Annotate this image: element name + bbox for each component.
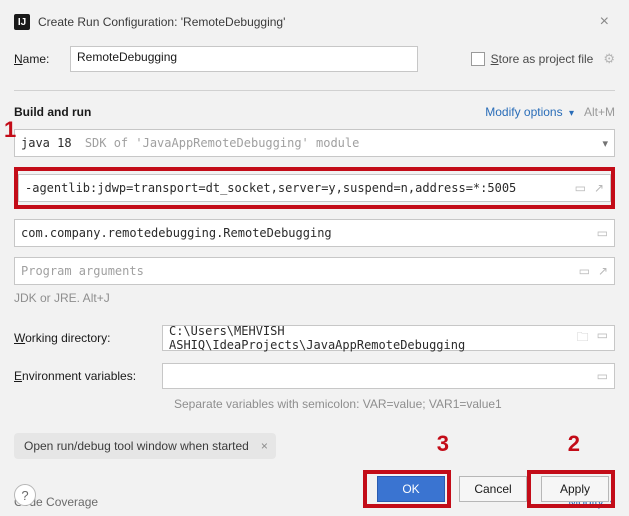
help-button[interactable]: ? [14,484,36,506]
gear-icon[interactable]: ⚙ [603,51,615,67]
env-vars-input[interactable]: ▭ [162,363,615,389]
env-vars-label: Environment variables: [14,369,162,383]
vm-options-value: -agentlib:jdwp=transport=dt_socket,serve… [25,181,575,195]
history-icon[interactable]: ▭ [597,226,608,240]
close-icon[interactable]: × [594,11,615,33]
modify-options-link[interactable]: Modify options ▾ [485,105,574,119]
cancel-button[interactable]: Cancel [459,476,527,502]
working-directory-label: Working directory: [14,331,162,345]
jre-value: java 18 [21,136,72,150]
highlight-apply: Apply [527,470,615,508]
expand-icon[interactable]: ↗ [598,264,608,278]
open-tool-window-pill[interactable]: Open run/debug tool window when started … [14,433,276,459]
build-and-run-title: Build and run [14,105,91,119]
working-directory-value: C:\Users\MEHVISH ASHIQ\IdeaProjects\Java… [169,324,577,352]
chevron-down-icon: ▾ [569,108,574,119]
history-icon[interactable]: ▭ [579,264,590,278]
pill-close-icon[interactable]: × [261,439,268,453]
jre-hint: SDK of 'JavaAppRemoteDebugging' module [85,136,360,150]
pill-label: Open run/debug tool window when started [24,439,249,453]
history-icon[interactable]: ▭ [575,181,586,195]
chevron-down-icon: ▾ [602,137,608,150]
main-class-value: com.company.remotedebugging.RemoteDebugg… [21,226,597,240]
main-class-input[interactable]: com.company.remotedebugging.RemoteDebugg… [14,219,615,247]
working-directory-input[interactable]: C:\Users\MEHVISH ASHIQ\IdeaProjects\Java… [162,325,615,351]
vm-options-input[interactable]: -agentlib:jdwp=transport=dt_socket,serve… [18,174,611,202]
dialog-title: Create Run Configuration: 'RemoteDebuggi… [38,15,594,29]
modify-options-shortcut: Alt+M [584,105,615,119]
divider [14,90,615,91]
name-input[interactable]: RemoteDebugging [70,46,418,72]
highlight-vm-options: -agentlib:jdwp=transport=dt_socket,serve… [14,167,615,209]
expand-icon[interactable]: ↗ [594,181,604,195]
callout-3: 3 [437,431,449,457]
highlight-ok: OK [363,470,451,508]
jre-dropdown[interactable]: java 18 SDK of 'JavaAppRemoteDebugging' … [14,129,615,157]
store-as-project-checkbox[interactable] [471,52,485,66]
program-args-placeholder: Program arguments [21,264,579,278]
app-icon: IJ [14,14,30,30]
folder-icon[interactable]: 🗀 [577,328,589,349]
history-icon[interactable]: ▭ [597,369,608,383]
history-icon[interactable]: ▭ [597,328,608,349]
callout-2: 2 [568,431,580,457]
store-as-project-label: Store as project file [491,52,594,66]
callout-1: 1 [4,117,16,143]
name-label: Name: [14,52,70,66]
program-args-input[interactable]: Program arguments ▭ ↗ [14,257,615,285]
apply-button[interactable]: Apply [541,476,609,502]
env-vars-hint: Separate variables with semicolon: VAR=v… [174,397,615,411]
ok-button[interactable]: OK [377,476,445,502]
jre-help-text: JDK or JRE. Alt+J [14,291,615,305]
